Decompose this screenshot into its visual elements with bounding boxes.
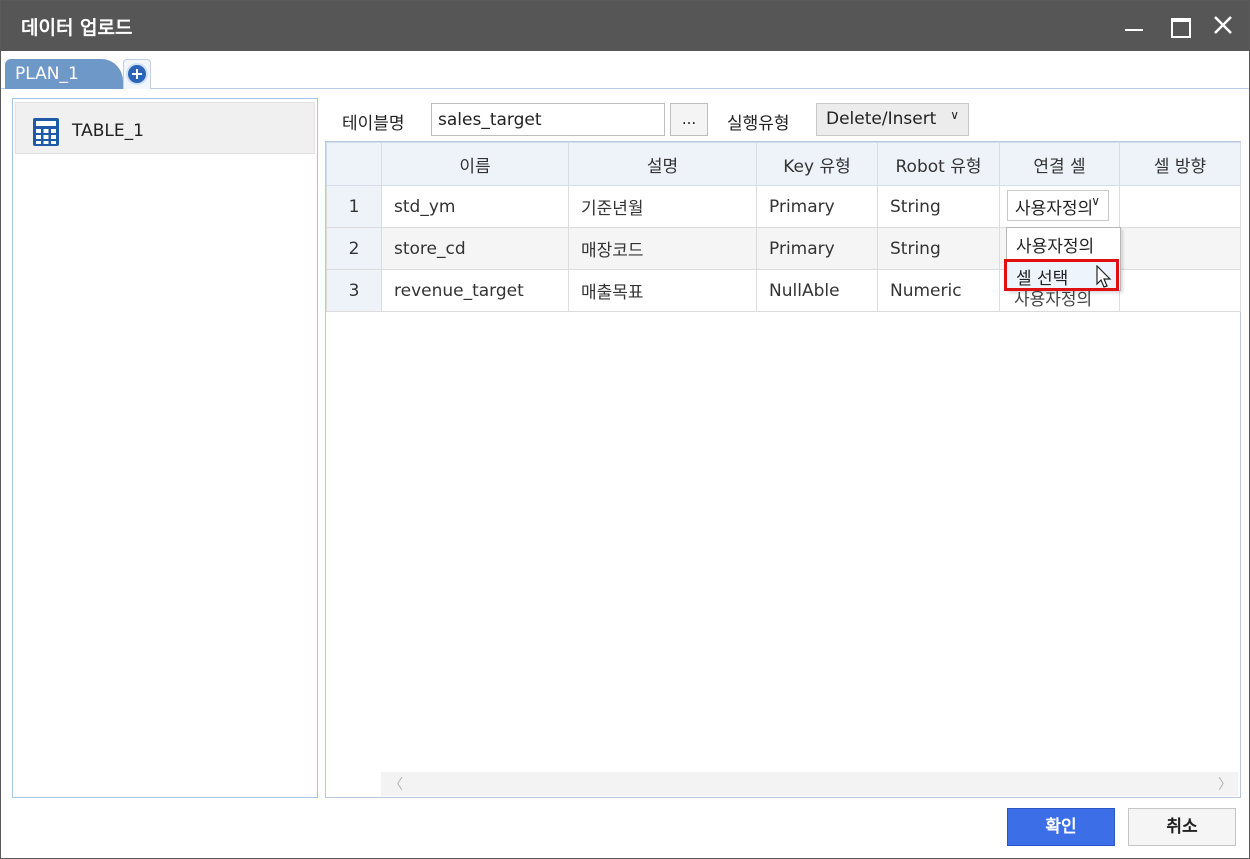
cell-desc[interactable]: 매출목표 xyxy=(568,269,757,312)
cell-direction[interactable] xyxy=(1119,185,1241,228)
linked-cell-dropdown: 사용자정의 셀 선택 xyxy=(1004,227,1121,291)
table-settings-row: 테이블명 ... 실행유형 Delete/Insert ∨ xyxy=(326,101,1246,137)
cell-direction[interactable] xyxy=(1119,227,1241,270)
scroll-right-icon[interactable]: 〉 xyxy=(1218,774,1232,794)
row-number: 3 xyxy=(326,269,382,312)
header-name[interactable]: 이름 xyxy=(381,142,569,186)
window-title: 데이터 업로드 xyxy=(21,17,133,39)
row-number: 2 xyxy=(326,227,382,270)
cancel-button[interactable]: 취소 xyxy=(1128,808,1236,846)
maximize-icon[interactable] xyxy=(1161,9,1197,43)
linked-cell-select[interactable]: 사용자정의 ∨ xyxy=(1007,190,1109,221)
title-bar[interactable]: 데이터 업로드 xyxy=(1,1,1249,51)
tab-plan-1[interactable]: PLAN_1 xyxy=(5,59,123,89)
column-grid: 이름 설명 Key 유형 Robot 유형 연결 셀 셀 방향 1 std_ym… xyxy=(325,141,1241,798)
cell-direction[interactable] xyxy=(1119,269,1241,312)
table-name-label: 테이블명 xyxy=(342,114,405,134)
chevron-down-icon: ∨ xyxy=(1091,194,1100,208)
cell-robot-type[interactable]: String xyxy=(877,185,1000,228)
browse-button[interactable]: ... xyxy=(670,103,708,136)
header-desc[interactable]: 설명 xyxy=(568,142,757,186)
minimize-icon[interactable] xyxy=(1115,9,1151,43)
exec-type-value: Delete/Insert xyxy=(826,109,937,129)
scroll-left-icon[interactable]: 〈 xyxy=(389,774,403,794)
dropdown-option-label: 셀 선택 xyxy=(1016,269,1069,289)
dropdown-option-select-cell[interactable]: 셀 선택 xyxy=(1004,259,1119,291)
cell-key-type[interactable]: Primary xyxy=(756,185,878,228)
table-tree-panel: TABLE_1 xyxy=(12,98,318,798)
header-cell-direction[interactable]: 셀 방향 xyxy=(1119,142,1241,186)
close-icon[interactable] xyxy=(1205,9,1241,43)
cell-desc[interactable]: 매장코드 xyxy=(568,227,757,270)
ok-button[interactable]: 확인 xyxy=(1007,808,1115,846)
upload-dialog: 데이터 업로드 PLAN_1 TABLE_1 테이블명 sales_target… xyxy=(0,0,1250,859)
header-row: 이름 설명 Key 유형 Robot 유형 연결 셀 셀 방향 xyxy=(326,142,1241,186)
tree-item-table-1[interactable]: TABLE_1 xyxy=(15,102,315,154)
table-icon xyxy=(33,118,59,146)
cell-name[interactable]: revenue_target xyxy=(381,269,569,312)
header-corner xyxy=(326,142,382,186)
cell-robot-type[interactable]: Numeric xyxy=(877,269,1000,312)
add-tab-button[interactable] xyxy=(123,59,151,89)
dropdown-option-custom[interactable]: 사용자정의 xyxy=(1016,232,1094,257)
chevron-down-icon: ∨ xyxy=(950,108,959,122)
cell-desc[interactable]: 기준년월 xyxy=(568,185,757,228)
tree-item-label: TABLE_1 xyxy=(72,121,144,141)
cell-key-type[interactable]: NullAble xyxy=(756,269,878,312)
cell-key-type[interactable]: Primary xyxy=(756,227,878,270)
cell-name[interactable]: std_ym xyxy=(381,185,569,228)
header-linked-cell[interactable]: 연결 셀 xyxy=(999,142,1120,186)
plan-tab-bar: PLAN_1 xyxy=(1,51,1249,89)
linked-cell-select-value: 사용자정의 xyxy=(1015,199,1094,219)
horizontal-scrollbar[interactable]: 〈 〉 xyxy=(381,772,1238,796)
cell-robot-type[interactable]: String xyxy=(877,227,1000,270)
row-number: 1 xyxy=(326,185,382,228)
plus-icon xyxy=(126,63,148,85)
tab-label: PLAN_1 xyxy=(15,64,79,84)
header-key-type[interactable]: Key 유형 xyxy=(756,142,878,186)
table-name-input[interactable] xyxy=(431,103,665,136)
cursor-icon xyxy=(1096,265,1112,288)
header-robot-type[interactable]: Robot 유형 xyxy=(877,142,1000,186)
cell-name[interactable]: store_cd xyxy=(381,227,569,270)
exec-type-label: 실행유형 xyxy=(727,114,790,134)
exec-type-select[interactable]: Delete/Insert ∨ xyxy=(816,103,969,136)
